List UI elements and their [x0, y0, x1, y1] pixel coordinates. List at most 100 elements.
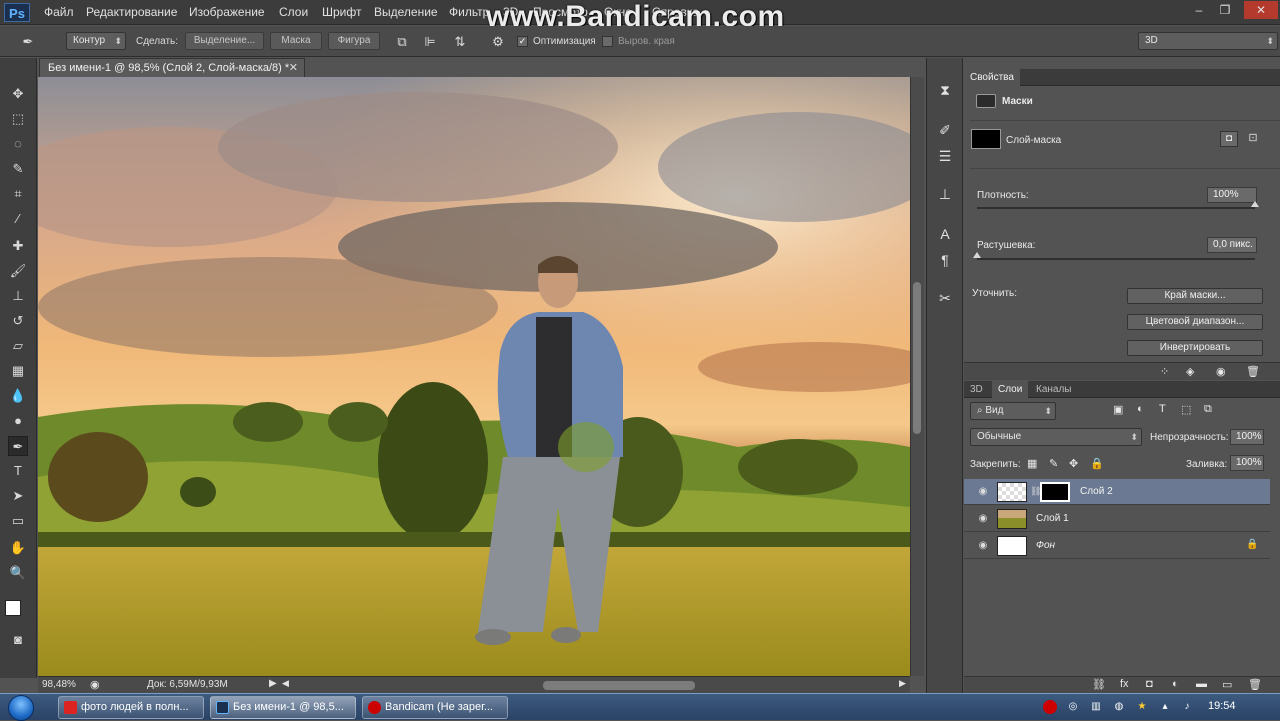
brush-presets-icon[interactable]: ✐	[935, 120, 955, 140]
pen-mode-dropdown[interactable]: Контур	[66, 32, 126, 50]
pen-icon[interactable]: ✒	[8, 436, 28, 456]
gear-icon[interactable]: ⚙	[490, 34, 506, 50]
scroll-right-icon[interactable]: ▶	[899, 678, 906, 689]
tab-channels[interactable]: Каналы	[1030, 381, 1078, 398]
vector-mask-icon[interactable]: ⊡	[1244, 131, 1262, 147]
visibility-icon[interactable]: ◉	[1216, 365, 1226, 378]
healing-brush-icon[interactable]: ✚	[8, 236, 28, 256]
make-shape-button[interactable]: Фигура	[328, 32, 380, 50]
visibility-eye-icon[interactable]: ◉	[976, 540, 990, 552]
marquee-icon[interactable]: ⬚	[8, 109, 28, 129]
minimize-button[interactable]: –	[1186, 1, 1212, 19]
brush-icon[interactable]: 🖌	[8, 261, 28, 281]
tab-layers[interactable]: Слои	[992, 381, 1029, 398]
show-hidden-icons[interactable]: ▴	[1158, 700, 1172, 714]
lock-transparency-icon[interactable]: ▦	[1027, 457, 1037, 470]
zoom-level[interactable]: 98,48%	[42, 679, 76, 690]
star-tray-icon[interactable]: ★	[1135, 700, 1149, 714]
layer-row-sloy-2[interactable]: ◉ ⛓ Слой 2	[964, 479, 1270, 505]
layer-filter-dropdown[interactable]: ⌕ Вид	[970, 402, 1056, 420]
gradient-icon[interactable]: ▦	[8, 361, 28, 381]
layer-mask-thumbnail[interactable]	[971, 129, 1001, 149]
status-menu-arrow-icon[interactable]: ▶	[269, 678, 277, 689]
fill-input[interactable]: 100%	[1230, 455, 1264, 471]
layer-thumbnail[interactable]	[997, 482, 1027, 502]
feather-slider-track[interactable]	[977, 258, 1255, 260]
make-selection-button[interactable]: Выделение...	[185, 32, 264, 50]
new-group-icon[interactable]: ▬	[1196, 678, 1207, 690]
blend-mode-dropdown[interactable]: Обычные	[970, 428, 1142, 446]
optimization-checkbox[interactable]: ✓	[517, 36, 528, 47]
path-arrangement-icon[interactable]: ⇅	[452, 34, 468, 50]
density-input[interactable]: 100%	[1207, 187, 1257, 203]
link-layers-icon[interactable]: ⛓	[1092, 678, 1106, 691]
layer-row-sloy-1[interactable]: ◉ Слой 1	[964, 506, 1270, 532]
history-panel-icon[interactable]: ⧗	[935, 80, 955, 100]
layer-name[interactable]: Слой 2	[1080, 486, 1113, 497]
opacity-input[interactable]: 100%	[1230, 429, 1264, 445]
feather-input[interactable]: 0,0 пикс.	[1207, 237, 1257, 253]
tool-presets-icon[interactable]: ✂	[935, 288, 955, 308]
visibility-eye-icon[interactable]: ◉	[976, 486, 990, 498]
layer-row-fon[interactable]: ◉ Фон 🔒	[964, 533, 1270, 559]
blur-icon[interactable]: 💧	[8, 386, 28, 406]
filter-type-icon[interactable]: T	[1159, 403, 1166, 415]
quick-select-icon[interactable]: ✎	[8, 159, 28, 179]
path-select-icon[interactable]: ➤	[8, 486, 28, 506]
filter-smart-object-icon[interactable]: ⧉	[1204, 403, 1212, 416]
adjustments-icon[interactable]: ☰	[935, 146, 955, 166]
properties-tab[interactable]: Свойства	[964, 69, 1020, 86]
path-alignment-icon[interactable]: ⊫	[422, 34, 438, 50]
character-panel-icon[interactable]: A	[935, 224, 955, 244]
new-layer-icon[interactable]: ▭	[1222, 678, 1232, 691]
path-operations-icon[interactable]: ⧉	[394, 34, 410, 50]
foreground-color-swatch[interactable]	[5, 600, 21, 616]
taskbar-bandicam[interactable]: Bandicam (Не зарег...	[362, 696, 508, 719]
menu-edit[interactable]: Редактирование	[86, 5, 177, 19]
taskbar-photoshop[interactable]: Без имени-1 @ 98,5...	[210, 696, 356, 719]
pen-preset-icon[interactable]: ✒	[20, 34, 36, 50]
hand-icon[interactable]: ✋	[8, 538, 28, 558]
add-mask-icon[interactable]: ◘	[1146, 678, 1153, 690]
record-tray-icon[interactable]	[1043, 700, 1057, 714]
fx-icon[interactable]: fx	[1120, 678, 1129, 690]
eyedropper-icon[interactable]: ⁄	[8, 209, 28, 229]
layer-name[interactable]: Фон	[1036, 540, 1055, 551]
menu-filter[interactable]: Фильтр	[449, 5, 489, 19]
close-icon[interactable]: ✕	[289, 59, 298, 77]
paragraph-panel-icon[interactable]: ¶	[935, 250, 955, 270]
maximize-button[interactable]: ❐	[1212, 1, 1238, 19]
align-edges-checkbox[interactable]	[602, 36, 613, 47]
layer-mask-thumbnail[interactable]	[1040, 482, 1070, 502]
load-selection-icon[interactable]: ⁘	[1160, 365, 1169, 378]
delete-layer-icon[interactable]: 🗑	[1248, 678, 1262, 691]
lock-pixels-icon[interactable]: ✎	[1049, 457, 1058, 470]
history-brush-icon[interactable]: ↺	[8, 311, 28, 331]
layer-name[interactable]: Слой 1	[1036, 513, 1069, 524]
dodge-icon[interactable]: ●	[8, 411, 28, 431]
avast-tray-icon[interactable]: ◎	[1066, 700, 1080, 714]
lock-all-icon[interactable]: 🔒	[1090, 457, 1104, 470]
taskbar-clock[interactable]: 19:54	[1208, 700, 1236, 712]
color-range-button[interactable]: Цветовой диапазон...	[1127, 314, 1263, 330]
lock-position-icon[interactable]: ✥	[1069, 457, 1078, 470]
crop-icon[interactable]: ⌗	[8, 184, 28, 204]
menu-image[interactable]: Изображение	[189, 5, 265, 19]
canvas[interactable]	[38, 77, 910, 676]
document-tab[interactable]: Без имени-1 @ 98,5% (Слой 2, Слой-маска/…	[39, 58, 305, 77]
mask-edge-button[interactable]: Край маски...	[1127, 288, 1263, 304]
density-slider-track[interactable]	[977, 207, 1255, 209]
filter-pixel-icon[interactable]: ▣	[1113, 403, 1123, 416]
workspace-dropdown[interactable]: 3D	[1138, 32, 1278, 50]
zoom-icon[interactable]: 🔍	[8, 563, 28, 583]
visibility-eye-icon[interactable]: ◉	[976, 513, 990, 525]
volume-tray-icon[interactable]: ♪	[1180, 700, 1194, 714]
filter-adjustment-icon[interactable]: ◐	[1137, 403, 1144, 415]
menu-type[interactable]: Шрифт	[322, 5, 361, 19]
tab-3d[interactable]: 3D	[964, 381, 989, 398]
clone-source-icon[interactable]: ⊥	[935, 184, 955, 204]
menu-select[interactable]: Выделение	[374, 5, 438, 19]
make-mask-button[interactable]: Маска	[270, 32, 322, 50]
delete-mask-icon[interactable]: 🗑	[1246, 365, 1260, 378]
clone-stamp-icon[interactable]: ⊥	[8, 286, 28, 306]
